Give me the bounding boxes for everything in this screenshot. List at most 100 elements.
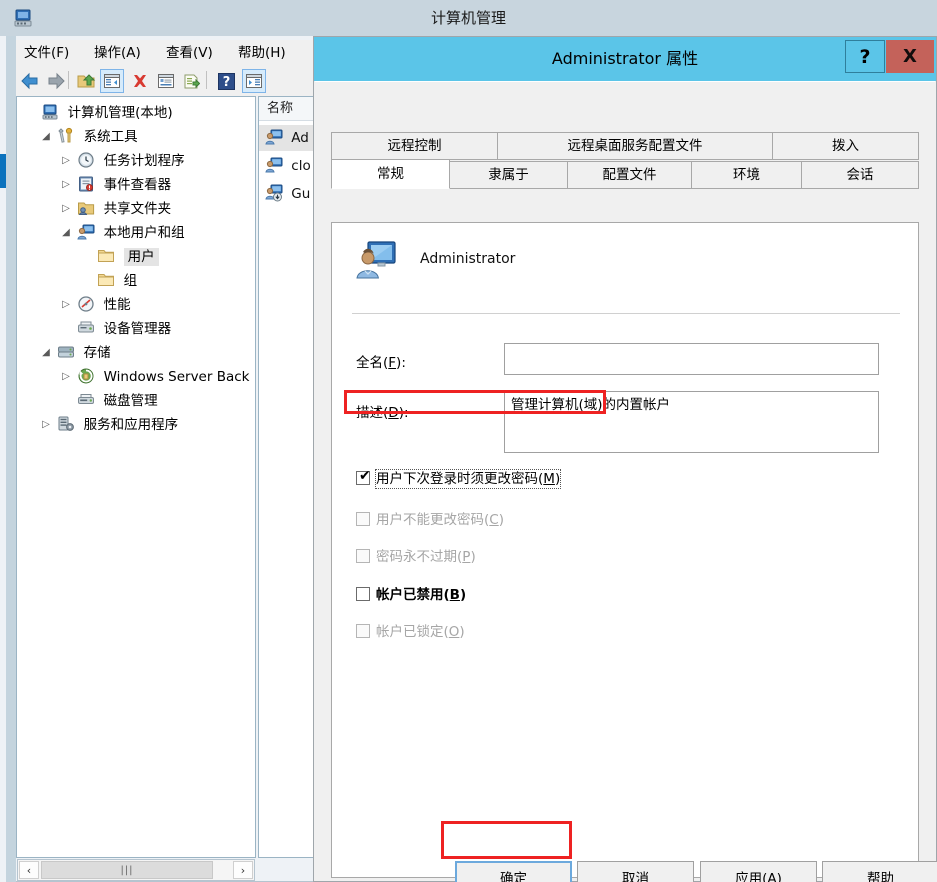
tree-node-computer-management[interactable]: 计算机管理(本地) [23,101,173,125]
forward-icon[interactable] [44,69,68,93]
checkbox-must-change-password[interactable]: ✔ [356,469,371,485]
menu-item-action[interactable]: 操作(A) [90,43,145,63]
username-label: Administrator [420,251,516,267]
backup-icon [77,367,95,385]
tab-dial-in[interactable]: 拨入 [772,132,919,160]
tree-node-performance[interactable]: ▷ 性能 [59,293,131,317]
tree-node-disk-management[interactable]: 磁盘管理 [59,389,158,413]
properties-icon[interactable] [154,69,178,93]
fullname-label: 全名(F): [356,355,406,371]
cancel-button[interactable]: 取消 [577,861,694,882]
checkbox-account-locked [356,624,370,638]
checkbox-label: 帐户已禁用(B) [376,587,467,603]
console-tree-pane: 计算机管理(本地) ◢ 系统工具 ▷ 任务计划程序 ▷ 事件查看器 ▷ 共享文件… [16,96,256,858]
expander-collapsed-icon[interactable]: ▷ [59,293,73,317]
clock-icon [77,151,95,169]
back-icon[interactable] [18,69,42,93]
tree-node-label: 用户 [123,248,159,266]
tree-node-label: Windows Server Back [103,369,250,385]
computer-icon [41,103,59,121]
expander-collapsed-icon[interactable]: ▷ [59,149,73,173]
console-tree: 计算机管理(本地) ◢ 系统工具 ▷ 任务计划程序 ▷ 事件查看器 ▷ 共享文件… [17,97,255,857]
local-users-groups-icon [77,223,95,241]
disk-management-icon [77,391,95,409]
tree-node-system-tools[interactable]: ◢ 系统工具 [39,125,138,149]
tree-node-local-users-and-groups[interactable]: ◢ 本地用户和组 [59,221,185,245]
user-icon [265,128,283,146]
tree-node-device-manager[interactable]: 设备管理器 [59,317,171,341]
tree-node-windows-server-backup[interactable]: ▷ Windows Server Back [59,365,249,389]
toolbar: ? [16,66,316,96]
tree-node-label: 性能 [103,297,131,313]
device-manager-icon [77,319,95,337]
tree-node-users[interactable]: 用户 [79,245,159,269]
tree-node-groups[interactable]: 组 [79,269,137,293]
menu-item-file[interactable]: 文件(F) [20,43,73,63]
checkbox-label: 用户不能更改密码(C) [376,512,504,528]
help-bottom-button[interactable]: 帮助 [822,861,937,882]
expander-expanded-icon[interactable]: ◢ [39,125,53,149]
tab-sessions[interactable]: 会话 [801,161,919,189]
window-left-edge [6,36,16,882]
expander-collapsed-icon[interactable]: ▷ [59,197,73,221]
tree-node-label: 设备管理器 [103,321,172,337]
menu-item-help[interactable]: 帮助(H) [234,43,290,63]
scroll-left-icon[interactable]: ‹ [19,861,39,879]
tree-node-label: 计算机管理(本地) [67,105,173,121]
tab-remote-control[interactable]: 远程控制 [331,132,498,160]
up-folder-icon[interactable] [74,69,98,93]
checkbox-cannot-change-password [356,512,370,526]
description-textarea[interactable] [504,391,879,453]
tab-row-bottom: 常规 隶属于 配置文件 环境 会话 [331,159,919,189]
tab-environment[interactable]: 环境 [691,161,802,189]
tree-horizontal-scrollbar[interactable]: ‹ ||| › [17,859,255,881]
general-tab-panel: Administrator 全名(F): 描述(D): ✔ 用户下次登录时须更改… [331,222,919,878]
scrollbar-thumb[interactable]: ||| [41,861,213,879]
folder-icon [97,247,115,265]
tab-rds-profile[interactable]: 远程桌面服务配置文件 [497,132,773,160]
menu-item-view[interactable]: 查看(V) [162,43,217,63]
tree-node-label: 磁盘管理 [103,393,158,409]
tab-general[interactable]: 常规 [331,159,450,189]
tree-node-label: 服务和应用程序 [83,417,179,433]
checkbox-label: 帐户已锁定(O) [376,624,465,640]
help-icon[interactable]: ? [214,69,238,93]
scroll-right-icon[interactable]: › [233,861,253,879]
shared-folder-icon [77,199,95,217]
main-window-titlebar: 计算机管理 [0,0,937,36]
list-item-label: Ad [291,130,309,146]
checkbox-account-disabled[interactable] [356,587,370,601]
tree-node-event-viewer[interactable]: ▷ 事件查看器 [59,173,171,197]
dialog-titlebar[interactable]: Administrator 属性 ? X [314,37,936,81]
tree-node-storage[interactable]: ◢ 存储 [39,341,111,365]
tree-node-label: 系统工具 [83,129,138,145]
fullname-input[interactable] [504,343,879,375]
checkbox-label: 密码永不过期(P) [376,549,476,565]
tree-node-services-and-applications[interactable]: ▷ 服务和应用程序 [39,413,178,437]
export-list-icon[interactable] [180,69,204,93]
list-item-label: Gu [291,186,311,202]
close-button[interactable]: X [886,40,934,73]
tab-member-of[interactable]: 隶属于 [449,161,568,189]
tree-node-task-scheduler[interactable]: ▷ 任务计划程序 [59,149,185,173]
administrator-properties-dialog: Administrator 属性 ? X 远程控制 远程桌面服务配置文件 拨入 … [313,36,937,882]
expander-collapsed-icon[interactable]: ▷ [39,413,53,437]
apply-button[interactable]: 应用(A) [700,861,817,882]
tab-profile[interactable]: 配置文件 [567,161,692,189]
expander-expanded-icon[interactable]: ◢ [59,221,73,245]
menu-bar: 文件(F) 操作(A) 查看(V) 帮助(H) [16,40,316,66]
list-item-label: clo [291,158,311,174]
expander-expanded-icon[interactable]: ◢ [39,341,53,365]
performance-icon [77,295,95,313]
delete-icon[interactable] [128,69,152,93]
expander-collapsed-icon[interactable]: ▷ [59,365,73,389]
screen-root: 计算机管理 文件(F) 操作(A) 查看(V) 帮助(H) ? 计算机管理(本地… [0,0,937,882]
ok-button[interactable]: 确定 [455,861,572,882]
expander-collapsed-icon[interactable]: ▷ [59,173,73,197]
tree-node-label: 存储 [83,345,111,361]
tree-node-shared-folders[interactable]: ▷ 共享文件夹 [59,197,171,221]
help-button[interactable]: ? [845,40,885,73]
tree-node-label: 共享文件夹 [103,201,172,217]
show-action-pane-icon[interactable] [242,69,266,93]
show-hide-tree-icon[interactable] [100,69,124,93]
